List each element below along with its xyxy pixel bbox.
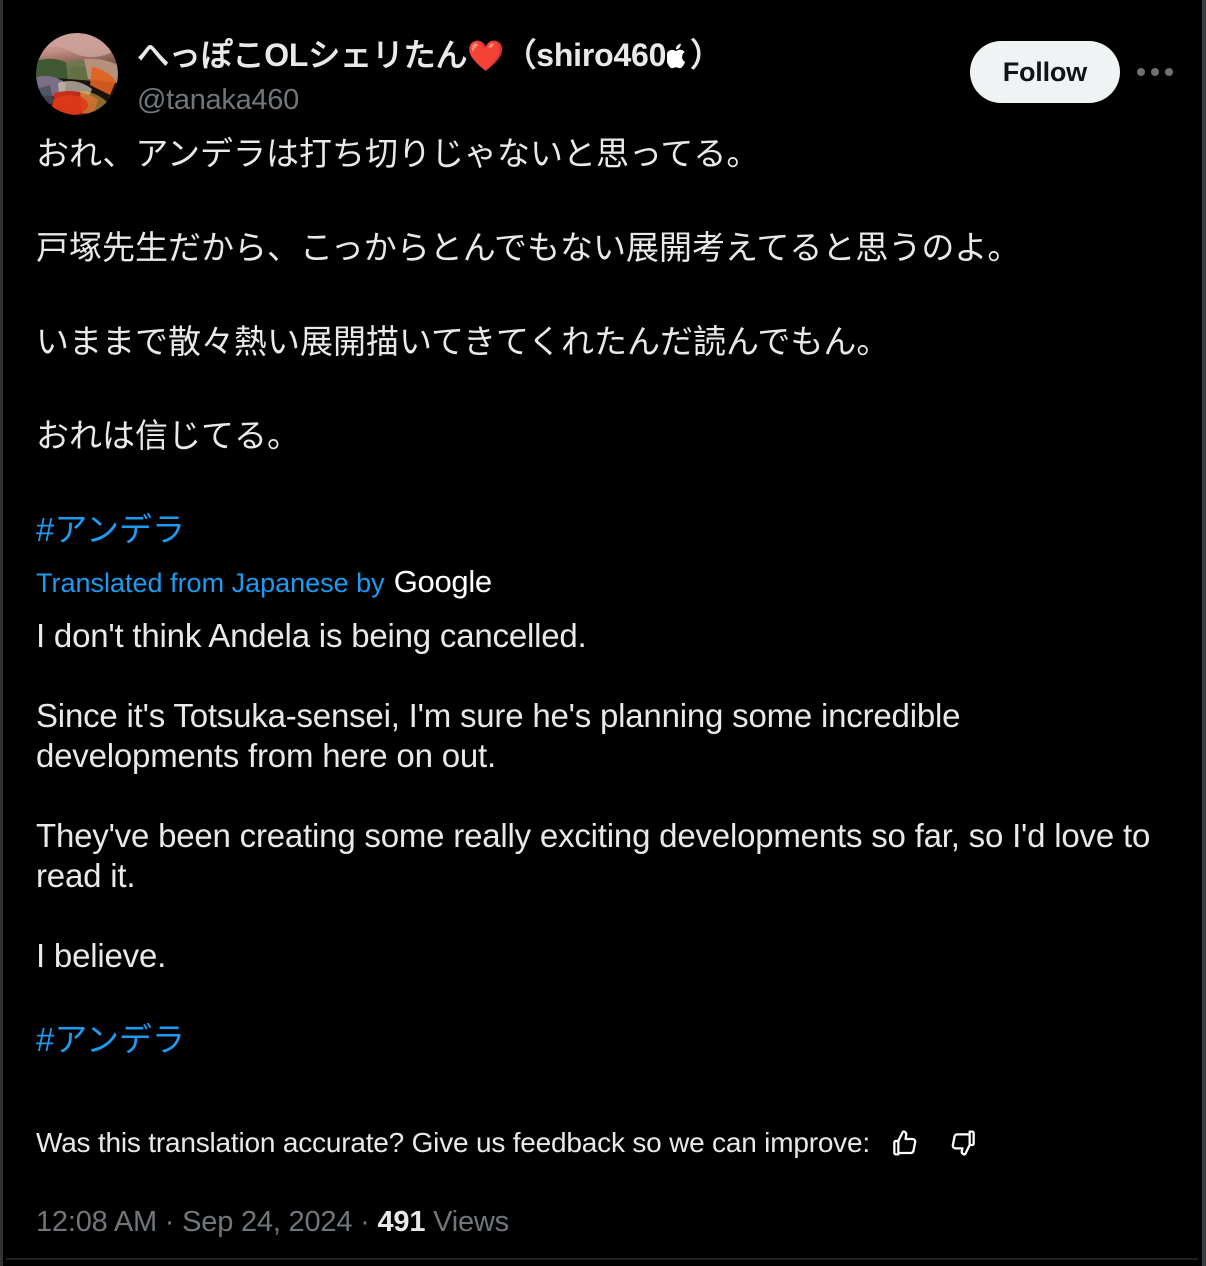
paren-close: ） <box>690 37 723 73</box>
translation-attribution[interactable]: Translated from Japanese by Google <box>36 563 1169 602</box>
meta-separator-2: · <box>360 1206 370 1238</box>
translated-paragraph-4: I believe. <box>36 937 167 974</box>
display-name-text: へっぽこOLシェリたん <box>137 37 468 73</box>
translated-paragraph-3: They've been creating some really exciti… <box>36 817 1151 894</box>
display-name-suffix: shiro460 <box>536 37 667 73</box>
more-options-icon[interactable] <box>1130 47 1180 97</box>
google-wordmark: Google <box>393 564 492 599</box>
tweet-meta: 12:08 AM · Sep 24, 2024 · 491 Views <box>36 1203 1169 1241</box>
translated-paragraph-2: Since it's Totsuka-sensei, I'm sure he's… <box>36 697 961 774</box>
hashtag-link-source[interactable]: #アンデラ <box>36 506 185 553</box>
translated-paragraph-1: I don't think Andela is being cancelled. <box>36 617 587 654</box>
feedback-prompt-label: Was this translation accurate? Give us f… <box>36 1127 870 1158</box>
source-paragraph-3: いままで散々熱い展開描いてきてくれたんだ読んでもん。 <box>36 323 890 360</box>
author-handle[interactable]: @tanaka460 <box>137 82 970 118</box>
tweet-source-text: おれ、アンデラは打ち切りじゃないと思ってる。 戸塚先生だから、こっからとんでもな… <box>36 130 1169 459</box>
source-paragraph-1: おれ、アンデラは打ち切りじゃないと思ってる。 <box>36 135 760 172</box>
tweet-translated-text: I don't think Andela is being cancelled.… <box>36 616 1169 976</box>
dot-1 <box>1137 68 1145 76</box>
timestamp-date[interactable]: Sep 24, 2024 <box>182 1206 352 1238</box>
tweet-body: おれ、アンデラは打ち切りじゃないと思ってる。 戸塚先生だから、こっからとんでもな… <box>3 130 1202 1241</box>
follow-button[interactable]: Follow <box>969 41 1120 103</box>
dot-2 <box>1151 68 1159 76</box>
translated-hashtag-row: #アンデラ <box>36 1016 1169 1063</box>
timestamp-time[interactable]: 12:08 AM <box>36 1206 157 1238</box>
meta-separator-1: · <box>164 1206 175 1238</box>
author-display-name[interactable]: へっぽこOLシェリたん❤️（shiro460 ） <box>137 35 970 78</box>
avatar[interactable] <box>36 33 118 115</box>
hashtag-link-translated[interactable]: #アンデラ <box>36 1016 185 1063</box>
apple-icon <box>666 38 689 78</box>
heart-emoji-icon: ❤️ <box>467 40 505 73</box>
tweet-header: へっぽこOLシェリたん❤️（shiro460 ） @tanaka460 Follo… <box>3 0 1202 130</box>
views-label: Views <box>433 1206 509 1238</box>
paren-open: （ <box>504 37 537 73</box>
dot-3 <box>1165 68 1173 76</box>
thumbs-up-icon[interactable] <box>888 1126 922 1160</box>
views-count: 491 <box>377 1206 426 1238</box>
translation-attribution-label: Translated from Japanese by <box>36 568 385 598</box>
source-paragraph-2: 戸塚先生だから、こっからとんでもない展開考えてると思うのよ。 <box>36 229 1021 266</box>
source-hashtag-row: #アンデラ <box>36 506 1169 553</box>
header-actions: Follow <box>969 33 1180 103</box>
author-identity: へっぽこOLシェリたん❤️（shiro460 ） @tanaka460 <box>118 33 970 118</box>
translation-feedback-row: Was this translation accurate? Give us f… <box>36 1125 1169 1161</box>
bottom-divider <box>6 1258 1198 1260</box>
thumbs-down-icon[interactable] <box>946 1126 980 1160</box>
tweet-card: へっぽこOLシェリたん❤️（shiro460 ） @tanaka460 Follo… <box>0 0 1206 1266</box>
source-paragraph-4: おれは信じてる。 <box>36 417 300 454</box>
